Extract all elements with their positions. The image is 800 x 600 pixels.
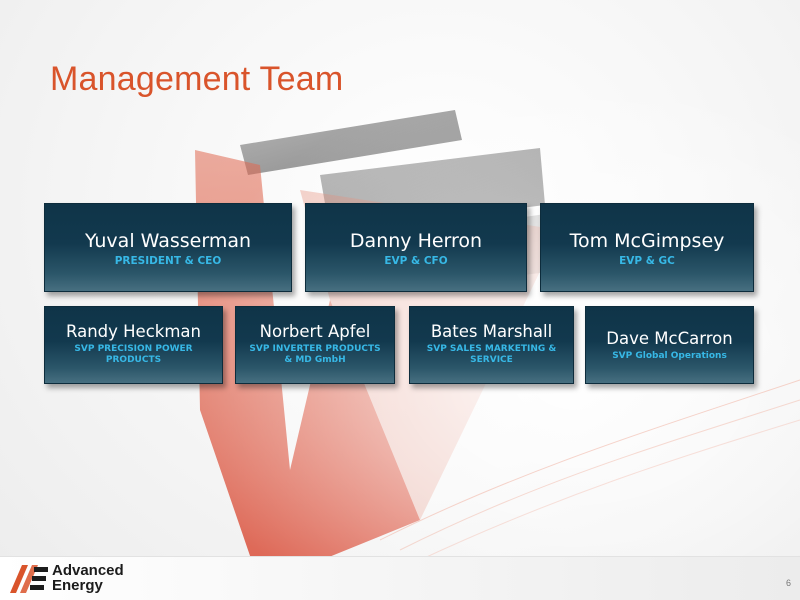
member-role: SVP SALES MARKETING & SERVICE <box>426 344 557 365</box>
member-name: Danny Herron <box>349 230 483 252</box>
member-name: Yuval Wasserman <box>84 230 252 252</box>
page-title: Management Team <box>50 60 344 98</box>
member-role: EVP & GC <box>619 255 675 267</box>
member-role: SVP INVERTER PRODUCTS & MD GmbH <box>249 344 381 365</box>
team-card-danny-herron: Danny Herron EVP & CFO <box>305 203 527 292</box>
brand-line-2: Energy <box>52 577 103 594</box>
member-name: Randy Heckman <box>66 322 201 341</box>
member-name: Norbert Apfel <box>259 322 371 341</box>
team-card-tom-mcgimpsey: Tom McGimpsey EVP & GC <box>540 203 754 292</box>
brand-wordmark: Advanced Energy <box>52 563 124 593</box>
member-role: SVP Global Operations <box>612 351 727 361</box>
team-card-bates-marshall: Bates Marshall SVP SALES MARKETING & SER… <box>409 306 574 384</box>
team-card-dave-mccarron: Dave McCarron SVP Global Operations <box>585 306 754 384</box>
member-role: SVP PRECISION POWER PRODUCTS <box>74 344 193 365</box>
member-role: EVP & CFO <box>384 255 448 267</box>
team-card-norbert-apfel: Norbert Apfel SVP INVERTER PRODUCTS & MD… <box>235 306 395 384</box>
member-role: PRESIDENT & CEO <box>114 255 222 267</box>
member-name: Tom McGimpsey <box>569 230 725 252</box>
member-name: Bates Marshall <box>430 322 553 341</box>
brand-line-1: Advanced <box>52 562 124 579</box>
member-name: Dave McCarron <box>606 329 733 348</box>
team-card-randy-heckman: Randy Heckman SVP PRECISION POWER PRODUC… <box>44 306 223 384</box>
page-number: 6 <box>785 578 791 588</box>
team-card-yuval-wasserman: Yuval Wasserman PRESIDENT & CEO <box>44 203 292 292</box>
slide: Management Team Yuval Wasserman PRESIDEN… <box>0 0 800 600</box>
